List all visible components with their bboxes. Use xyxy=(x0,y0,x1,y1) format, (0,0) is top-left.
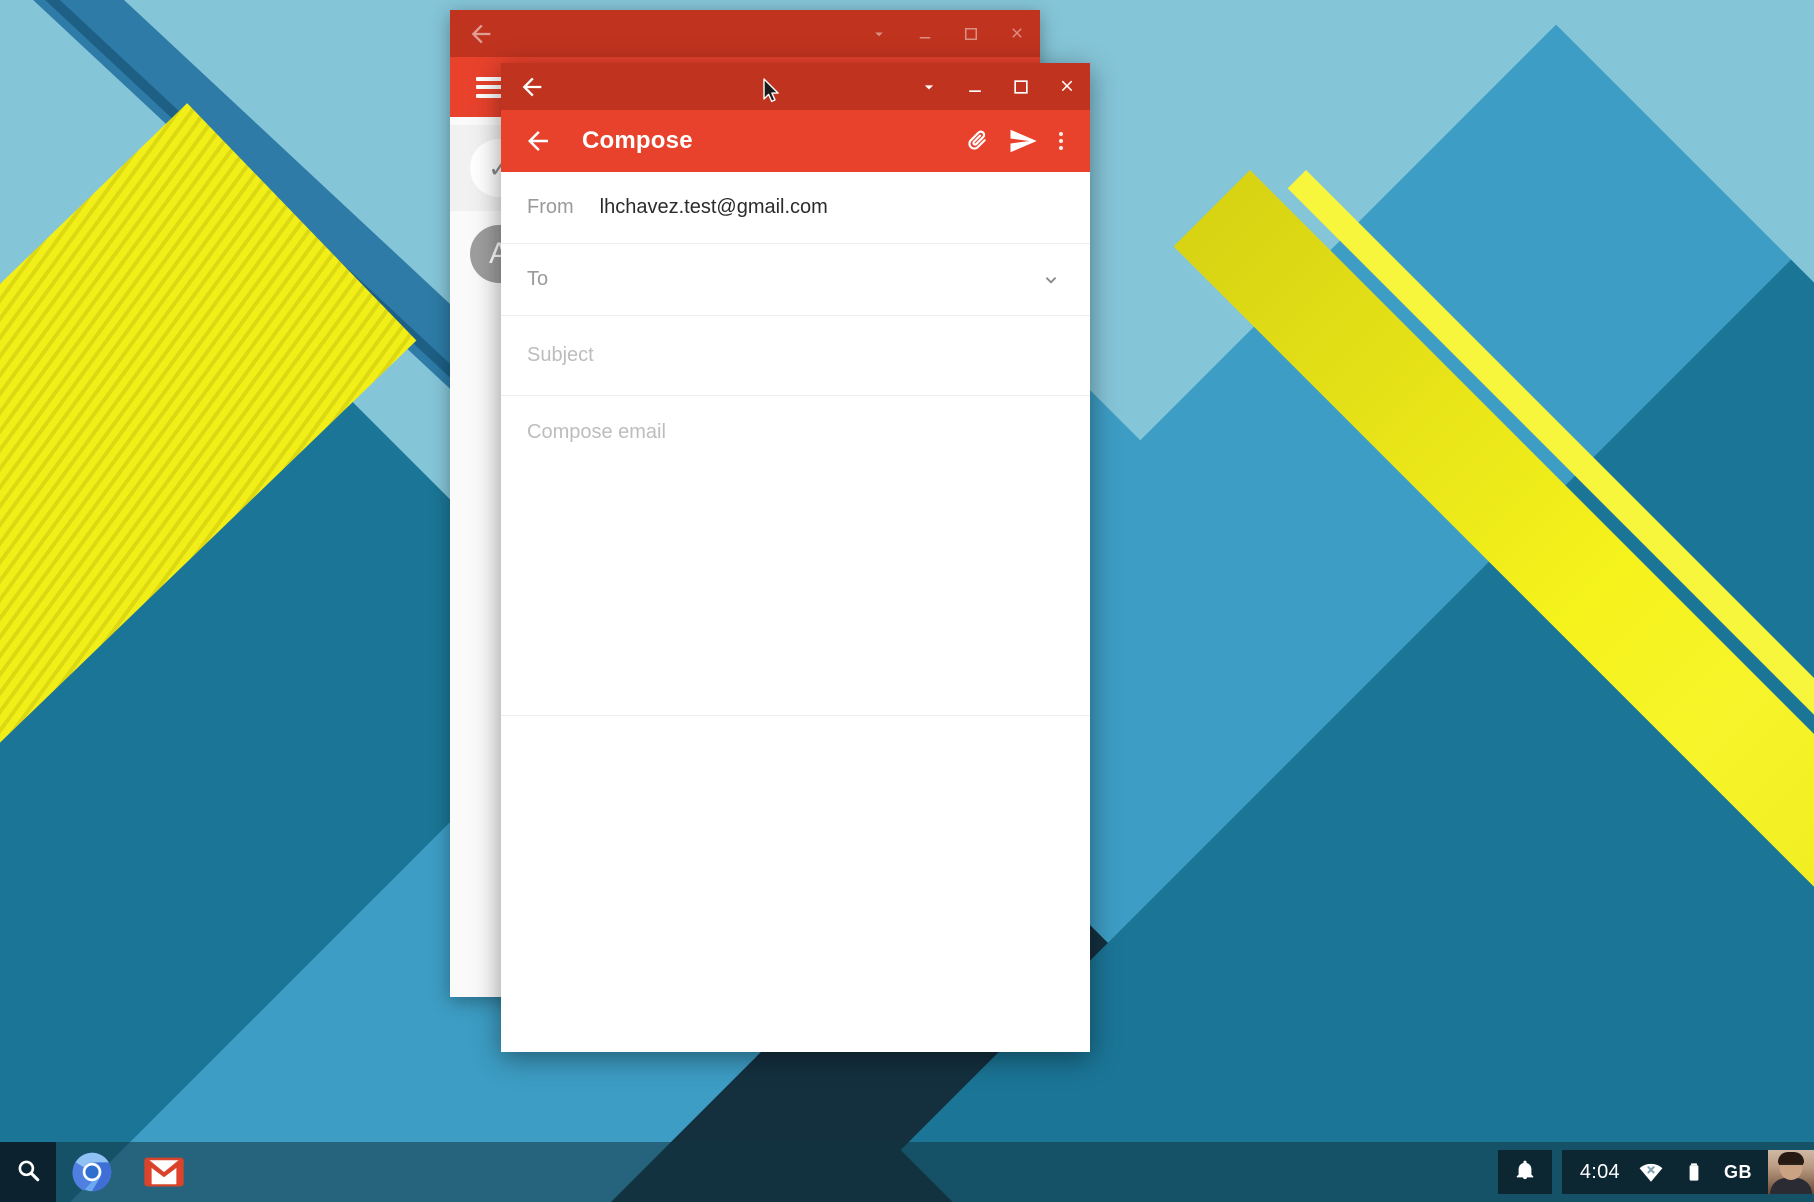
compose-window-titlebar[interactable] xyxy=(501,63,1090,110)
notifications-button[interactable] xyxy=(1497,1150,1552,1194)
maximize-icon[interactable] xyxy=(998,63,1044,110)
maximize-icon[interactable] xyxy=(948,10,994,57)
chevron-down-icon[interactable] xyxy=(856,10,902,57)
compose-form: From lhchavez.test@gmail.com To Subject … xyxy=(501,172,1090,1052)
close-icon[interactable] xyxy=(994,10,1040,57)
page-title: Compose xyxy=(582,127,693,154)
chromium-icon xyxy=(71,1151,113,1193)
wifi-disconnected-icon[interactable] xyxy=(1638,1159,1664,1185)
arrow-left-icon[interactable] xyxy=(523,126,553,156)
hamburger-menu-icon[interactable] xyxy=(476,76,504,98)
user-avatar[interactable] xyxy=(1768,1150,1814,1194)
shelf[interactable]: 4:04 GB xyxy=(0,1142,1814,1202)
to-field-row[interactable]: To xyxy=(501,244,1090,316)
paperclip-icon[interactable] xyxy=(954,118,1000,164)
compose-window-controls[interactable] xyxy=(906,63,1090,110)
gmail-app[interactable] xyxy=(128,1142,200,1202)
from-label: From xyxy=(527,196,574,218)
minimize-icon[interactable] xyxy=(952,63,998,110)
status-tray[interactable]: 4:04 GB xyxy=(1561,1150,1814,1194)
inbox-window-titlebar[interactable] xyxy=(450,10,1040,57)
from-field-row[interactable]: From lhchavez.test@gmail.com xyxy=(501,172,1090,244)
battery-icon[interactable] xyxy=(1682,1160,1706,1184)
from-value[interactable]: lhchavez.test@gmail.com xyxy=(600,196,1062,219)
subject-field-row[interactable]: Subject xyxy=(501,316,1090,396)
keyboard-layout-indicator[interactable]: GB xyxy=(1724,1162,1752,1183)
send-icon[interactable] xyxy=(1000,118,1046,164)
gmail-icon xyxy=(143,1151,185,1193)
launcher-button[interactable] xyxy=(0,1142,56,1202)
chromium-app[interactable] xyxy=(56,1142,128,1202)
gmail-compose-window[interactable]: Compose From lhchavez.test@gmail.com To … xyxy=(501,63,1090,1052)
compose-appbar: Compose xyxy=(501,110,1090,172)
close-icon[interactable] xyxy=(1044,63,1090,110)
arrow-left-icon[interactable] xyxy=(467,20,495,48)
system-tray[interactable]: 4:04 GB xyxy=(1497,1142,1814,1202)
body-field-row[interactable]: Compose email xyxy=(501,396,1090,716)
body-input[interactable]: Compose email xyxy=(527,422,1064,442)
clock[interactable]: 4:04 xyxy=(1580,1161,1620,1184)
shelf-apps[interactable] xyxy=(0,1142,200,1202)
arrow-left-icon[interactable] xyxy=(518,73,546,101)
bell-icon xyxy=(1514,1159,1536,1186)
subject-input[interactable]: Subject xyxy=(527,344,1062,367)
more-vert-icon[interactable] xyxy=(1046,118,1076,164)
to-label: To xyxy=(527,268,549,290)
minimize-icon[interactable] xyxy=(902,10,948,57)
inbox-window-controls[interactable] xyxy=(856,10,1040,57)
chevron-down-icon[interactable] xyxy=(1040,269,1062,291)
search-icon xyxy=(15,1157,41,1188)
chevron-down-icon[interactable] xyxy=(906,63,952,110)
